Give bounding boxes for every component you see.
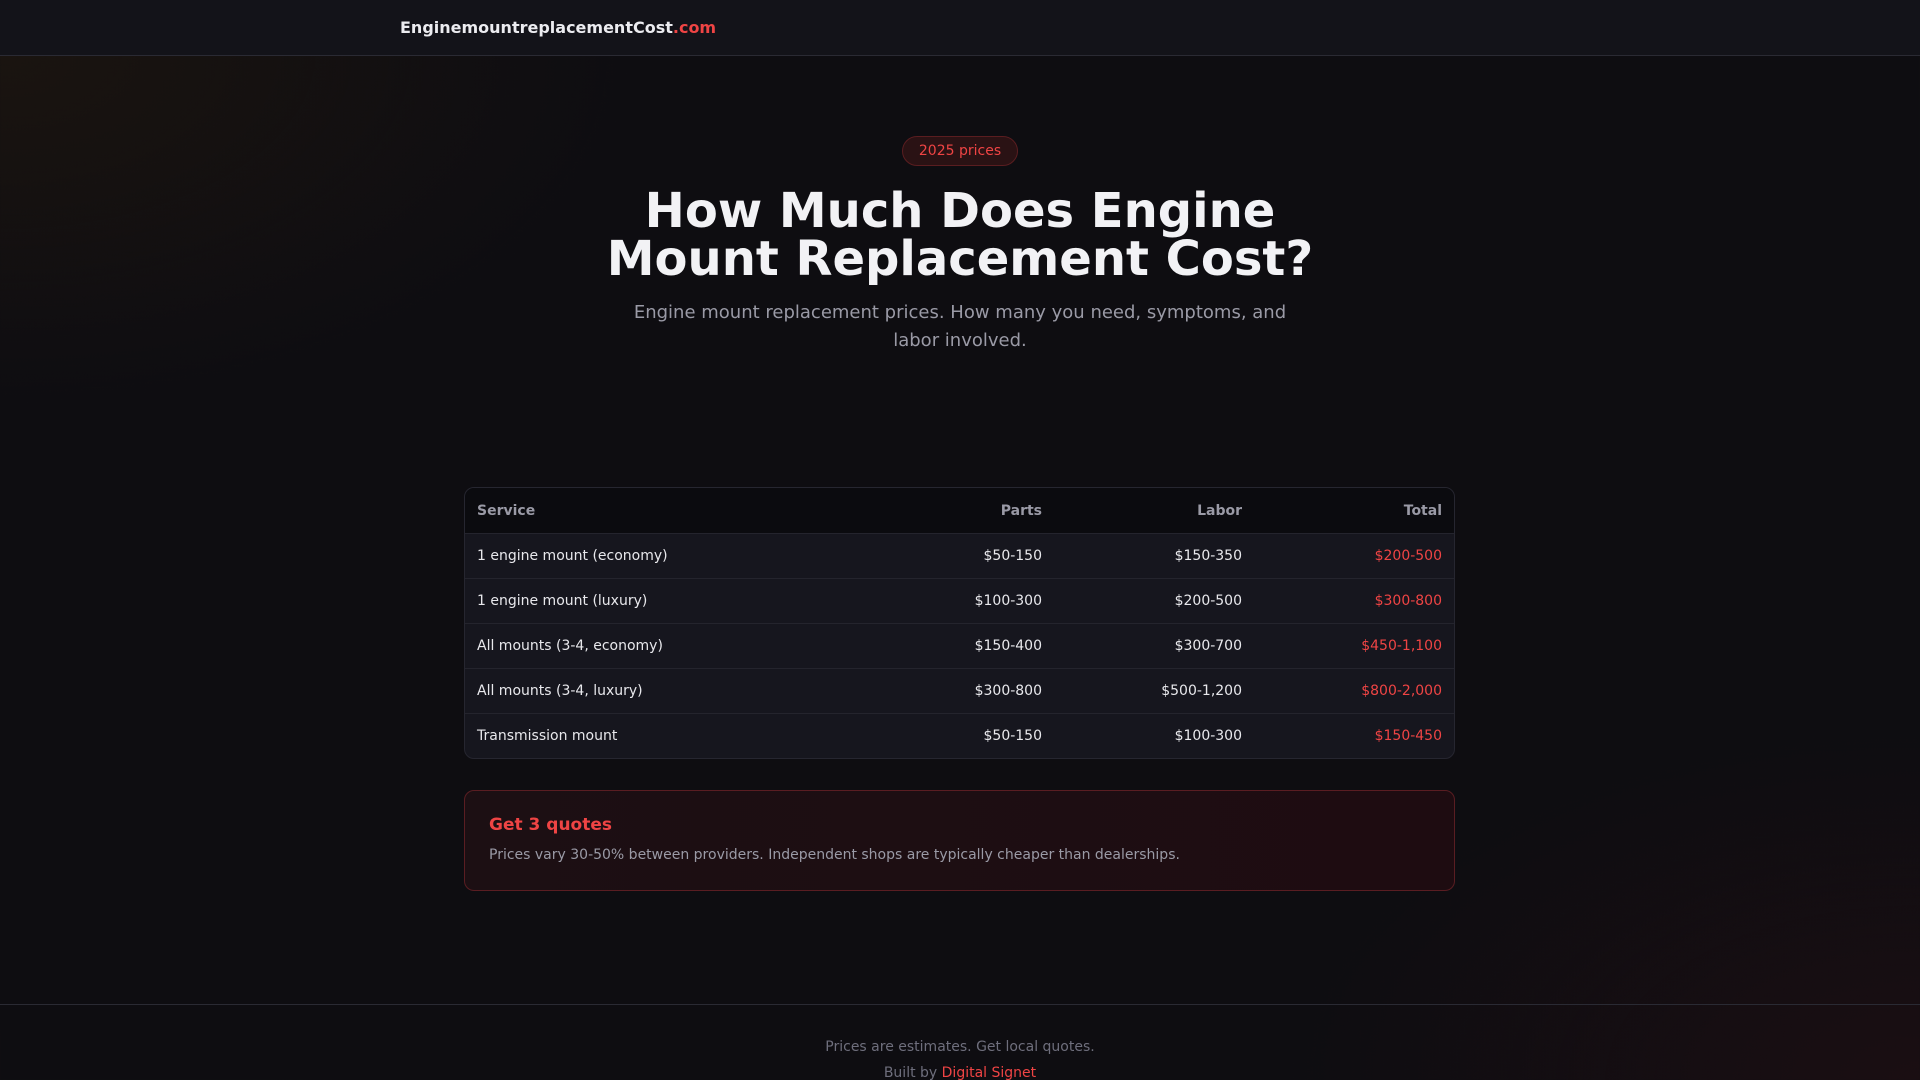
site-header: EnginemountreplacementCost.com bbox=[0, 0, 1920, 56]
logo-name: EnginemountreplacementCost bbox=[400, 18, 673, 37]
cell-total: $800-2,000 bbox=[1361, 683, 1442, 699]
cell-labor: $500-1,200 bbox=[1161, 683, 1242, 699]
cell-total: $200-500 bbox=[1374, 548, 1442, 564]
site-footer: Prices are estimates. Get local quotes. … bbox=[0, 1004, 1920, 1080]
table-header: Service Parts Labor Total bbox=[465, 488, 1454, 533]
cell-total: $300-800 bbox=[1374, 593, 1442, 609]
table-row: All mounts (3-4, luxury) $300-800 $500-1,2… bbox=[465, 668, 1454, 713]
cell-labor: $300-700 bbox=[1174, 638, 1242, 654]
cell-parts: $50-150 bbox=[983, 728, 1043, 744]
header-parts: Parts bbox=[1000, 502, 1042, 519]
author-link[interactable]: Digital Signet bbox=[942, 1065, 1037, 1080]
hero: 2025 prices How Much Does Engine Mount Re… bbox=[0, 56, 1920, 355]
cell-service: All mounts (3-4, economy) bbox=[477, 638, 663, 654]
cell-parts: $50-150 bbox=[983, 548, 1043, 564]
price-table: Service Parts Labor Total 1 engine mount… bbox=[464, 487, 1455, 759]
cell-parts: $150-400 bbox=[974, 638, 1042, 654]
cell-labor: $100-300 bbox=[1174, 728, 1242, 744]
header-labor: Labor bbox=[1197, 502, 1242, 519]
built-by-label: Built by bbox=[883, 1065, 938, 1080]
cell-labor: $200-500 bbox=[1174, 593, 1242, 609]
cell-service: 1 engine mount (luxury) bbox=[477, 593, 648, 609]
year-badge: 2025 prices bbox=[901, 136, 1019, 166]
page-subtitle: Engine mount replacement prices. How man… bbox=[633, 302, 1287, 351]
cell-total: $150-450 bbox=[1374, 728, 1442, 744]
logo-tld: .com bbox=[672, 18, 717, 37]
title-line-2: Mount Replacement Cost? bbox=[606, 231, 1314, 287]
header-service: Service bbox=[477, 502, 536, 519]
cell-parts: $300-800 bbox=[974, 683, 1042, 699]
footer-credit: Built by Digital Signet bbox=[0, 1065, 1920, 1080]
table-row: Transmission mount $50-150 $100-300 $150-45… bbox=[465, 713, 1454, 758]
callout-text: Prices vary 30-50% between providers. In… bbox=[489, 847, 1180, 863]
page-title: How Much Does Engine Mount Replacement Co… bbox=[0, 187, 1920, 283]
quotes-callout: Get 3 quotes Prices vary 30-50% between … bbox=[464, 790, 1455, 891]
footer-note: Prices are estimates. Get local quotes. bbox=[825, 1039, 1095, 1055]
site-logo[interactable]: EnginemountreplacementCost.com bbox=[400, 18, 716, 37]
cell-service: Transmission mount bbox=[477, 728, 618, 744]
cell-service: All mounts (3-4, luxury) bbox=[477, 683, 643, 699]
table-row: All mounts (3-4, economy) $150-400 $300-70… bbox=[465, 623, 1454, 668]
cell-service: 1 engine mount (economy) bbox=[477, 548, 668, 564]
cell-parts: $100-300 bbox=[974, 593, 1042, 609]
table-row: 1 engine mount (luxury) $100-300 $200-500 $… bbox=[465, 578, 1454, 623]
cell-total: $450-1,100 bbox=[1361, 638, 1442, 654]
table-row: 1 engine mount (economy) $50-150 $150-350 $… bbox=[465, 533, 1454, 578]
header-total: Total bbox=[1403, 502, 1442, 519]
callout-title: Get 3 quotes bbox=[489, 815, 613, 835]
cell-labor: $150-350 bbox=[1174, 548, 1242, 564]
